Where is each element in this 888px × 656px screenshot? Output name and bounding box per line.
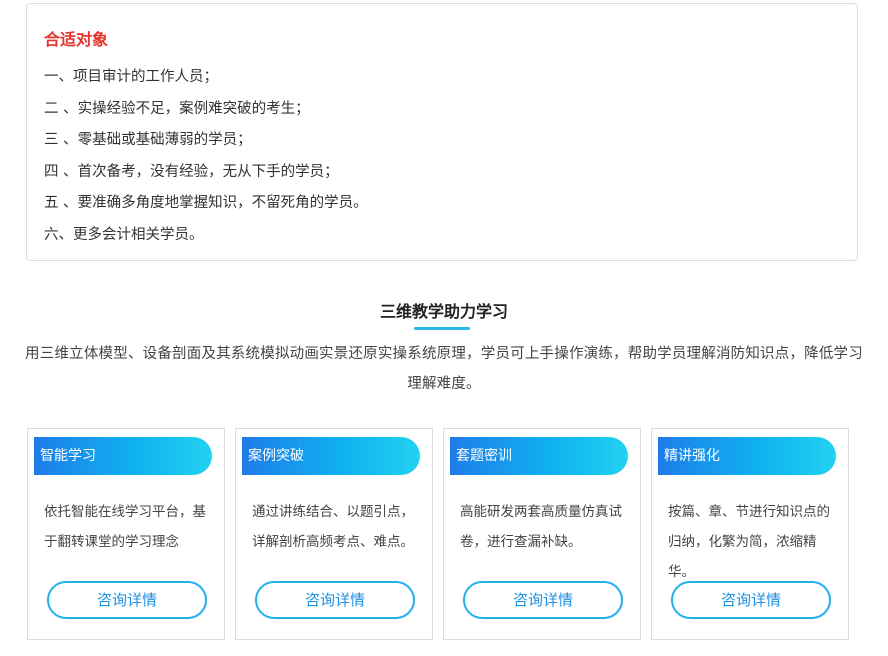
feature-card-mock-exam-training: 套题密训 高能研发两套高质量仿真试卷，进行查漏补缺。 咨询详情 (443, 428, 641, 640)
consult-details-button[interactable]: 咨询详情 (671, 581, 831, 619)
suitable-audience-list: 一、项目审计的工作人员； 二 、实操经验不足，案例难突破的考生； 三 、零基础或… (44, 62, 368, 251)
card-tab-label: 智能学习 (34, 437, 212, 475)
title-underline (414, 327, 470, 330)
suitable-audience-panel: 合适对象 一、项目审计的工作人员； 二 、实操经验不足，案例难突破的考生； 三 … (26, 3, 858, 261)
feature-card-smart-learning: 智能学习 依托智能在线学习平台，基于翻转课堂的学习理念 咨询详情 (27, 428, 225, 640)
list-item: 四 、首次备考，没有经验，无从下手的学员； (44, 163, 339, 180)
section-description: 用三维立体模型、设备剖面及其系统模拟动画实景还原实操系统原理，学员可上手操作演练… (25, 346, 863, 392)
card-tab-label: 套题密训 (450, 437, 628, 475)
list-item: 二 、实操经验不足，案例难突破的考生； (44, 100, 310, 117)
feature-card-case-breakthrough: 案例突破 通过讲练结合、以题引点，详解剖析高频考点、难点。 咨询详情 (235, 428, 433, 640)
suitable-audience-title: 合适对象 (44, 30, 109, 49)
consult-details-button[interactable]: 咨询详情 (255, 581, 415, 619)
card-description: 依托智能在线学习平台，基于翻转课堂的学习理念 (44, 504, 206, 550)
list-item: 六、更多会计相关学员。 (44, 226, 204, 243)
consult-details-button[interactable]: 咨询详情 (463, 581, 623, 619)
feature-card-intensive-review: 精讲强化 按篇、章、节进行知识点的归纳，化繁为简，浓缩精华。 咨询详情 (651, 428, 849, 640)
list-item: 一、项目审计的工作人员； (44, 69, 218, 85)
card-description: 高能研发两套高质量仿真试卷，进行查漏补缺。 (460, 504, 622, 550)
consult-details-button[interactable]: 咨询详情 (47, 581, 207, 619)
card-description: 通过讲练结合、以题引点，详解剖析高频考点、难点。 (252, 504, 414, 550)
card-tab-label: 精讲强化 (658, 437, 836, 475)
section-title: 三维教学助力学习 (379, 302, 508, 321)
card-tab-label: 案例突破 (242, 437, 420, 475)
list-item: 三 、零基础或基础薄弱的学员； (44, 132, 252, 148)
card-description: 按篇、章、节进行知识点的归纳，化繁为简，浓缩精华。 (668, 504, 830, 580)
list-item: 五 、要准确多角度地掌握知识，不留死角的学员。 (44, 195, 368, 211)
